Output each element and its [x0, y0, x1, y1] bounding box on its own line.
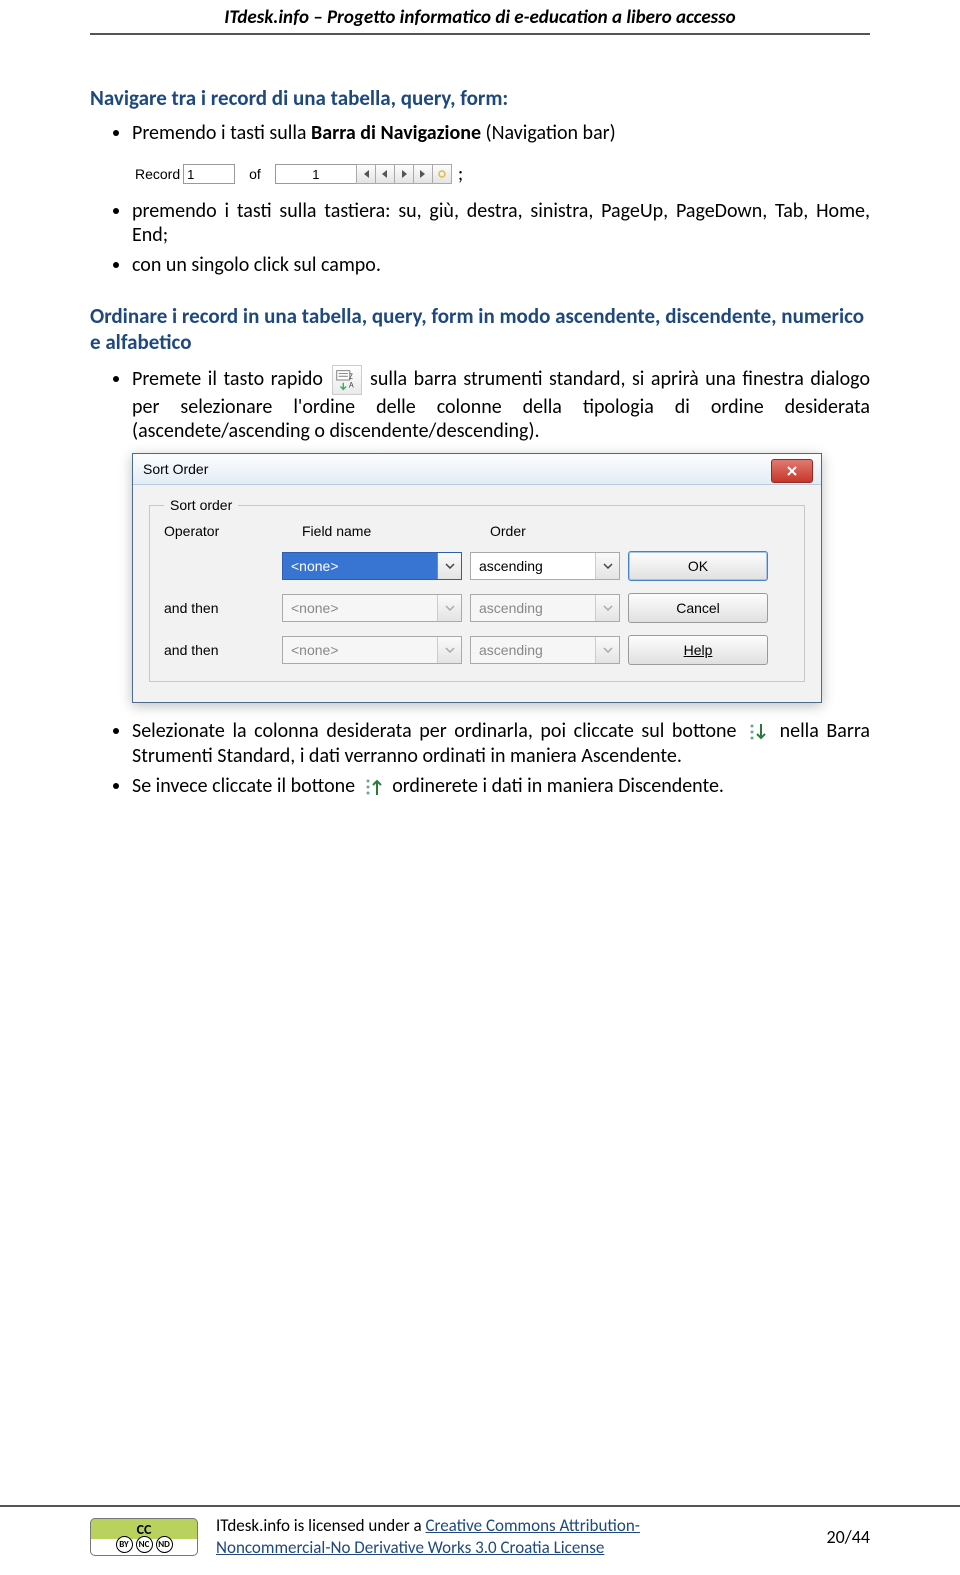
record-total-field: 1 — [275, 164, 357, 184]
fieldset-legend: Sort order — [164, 497, 238, 513]
nav-last-icon[interactable] — [413, 164, 433, 184]
nav-next-icon[interactable] — [394, 164, 414, 184]
chevron-down-icon — [437, 595, 461, 621]
close-button[interactable] — [771, 459, 813, 483]
chevron-down-icon — [437, 637, 461, 663]
row-op: and then — [164, 642, 274, 658]
sort-order-dialog: Sort Order Sort order Operator Field nam… — [132, 453, 822, 703]
license-link[interactable]: Creative Commons Attribution- — [425, 1515, 640, 1536]
footer-license-text: ITdesk.info is licensed under a Creative… — [216, 1515, 809, 1559]
chevron-down-icon — [595, 637, 619, 663]
order-dropdown[interactable]: ascending — [470, 552, 620, 580]
sort-ascending-icon — [746, 720, 770, 744]
order-dropdown[interactable]: ascending — [470, 594, 620, 622]
bullet-sort-asc: Selezionate la colonna desiderata per or… — [132, 719, 870, 768]
row-op: and then — [164, 600, 274, 616]
sort-order-fieldset: Sort order Operator Field name Order <no… — [149, 497, 805, 682]
chevron-down-icon — [595, 553, 619, 579]
cc-nc-icon: NC — [136, 1536, 153, 1553]
bullet-nav-bar: Premendo i tasti sulla Barra di Navigazi… — [132, 121, 870, 145]
chevron-down-icon — [437, 553, 461, 579]
record-label: Record — [135, 166, 180, 182]
sort-descending-icon — [362, 775, 386, 799]
page-header: ITdesk.info – Progetto informatico di e-… — [90, 0, 870, 35]
cc-nd-icon: ND — [156, 1536, 173, 1553]
of-label: of — [249, 166, 261, 182]
chevron-down-icon — [595, 595, 619, 621]
page-footer: CC BY NC ND ITdesk.info is licensed unde… — [0, 1505, 960, 1575]
bullet-click: con un singolo click sul campo. — [132, 253, 870, 277]
sort-dialog-icon: ZA — [332, 365, 362, 395]
record-navigation-bar: Record 1 of 1 ; — [132, 161, 463, 187]
bullet-keyboard: premendo i tasti sulla tastiera: su, giù… — [132, 199, 870, 247]
section-heading-sort: Ordinare i record in una tabella, query,… — [90, 303, 870, 355]
order-dropdown[interactable]: ascending — [470, 636, 620, 664]
dialog-titlebar: Sort Order — [133, 454, 821, 485]
section-heading-navigate: Navigare tra i record di una tabella, qu… — [90, 85, 870, 111]
col-order: Order — [470, 523, 620, 539]
field-name-dropdown[interactable]: <none> — [282, 636, 462, 664]
cancel-button[interactable]: Cancel — [628, 593, 768, 623]
cc-by-icon: BY — [116, 1536, 133, 1553]
field-name-dropdown[interactable]: <none> — [282, 552, 462, 580]
license-link[interactable]: Noncommercial-No Derivative Works 3.0 Cr… — [216, 1537, 604, 1558]
svg-text:A: A — [348, 380, 353, 390]
nav-prev-icon[interactable] — [375, 164, 395, 184]
col-operator: Operator — [164, 523, 274, 539]
help-button[interactable]: Help — [628, 635, 768, 665]
nav-new-icon[interactable] — [432, 164, 452, 184]
field-name-dropdown[interactable]: <none> — [282, 594, 462, 622]
record-current-field[interactable]: 1 — [183, 164, 235, 184]
bullet-sort-button: Premete il tasto rapido ZA sulla barra s… — [132, 365, 870, 443]
bullet-sort-desc: Se invece cliccate il bottone ordinerete… — [132, 774, 870, 799]
close-icon — [786, 465, 798, 477]
cc-license-badge: CC BY NC ND — [90, 1518, 198, 1556]
page-number: 20/44 — [827, 1526, 870, 1548]
dialog-title: Sort Order — [143, 461, 208, 477]
header-title: ITdesk.info – Progetto informatico di e-… — [224, 6, 735, 29]
nav-first-icon[interactable] — [356, 164, 376, 184]
ok-button[interactable]: OK — [628, 551, 768, 581]
col-field-name: Field name — [282, 523, 462, 539]
